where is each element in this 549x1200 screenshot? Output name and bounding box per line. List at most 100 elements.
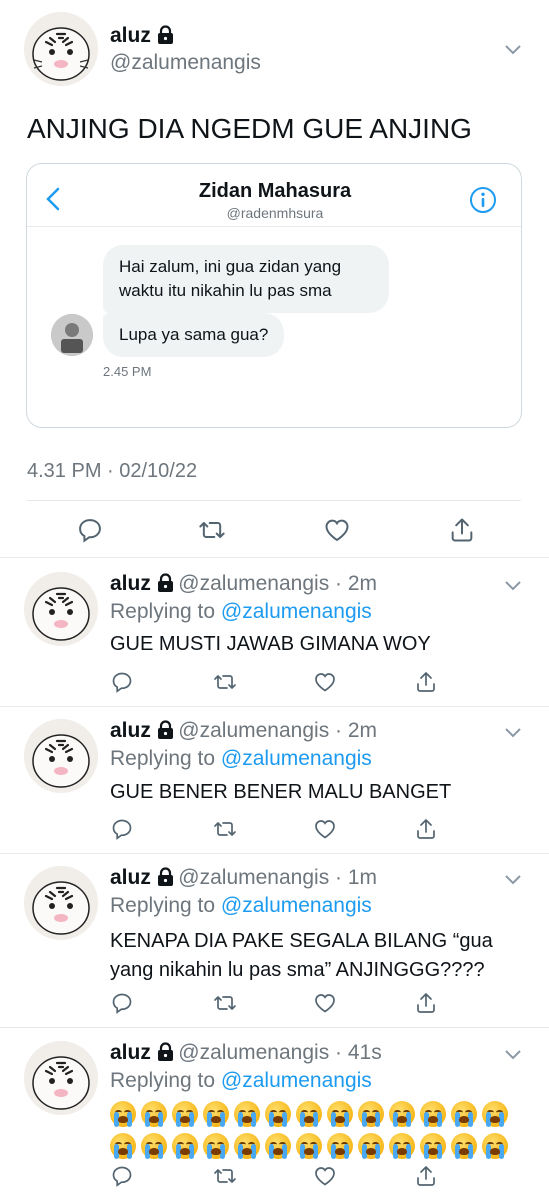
avatar[interactable] (24, 866, 98, 940)
chevron-down-icon[interactable] (504, 578, 522, 596)
user-handle[interactable]: @zalumenangis (178, 572, 329, 595)
reply-icon[interactable] (110, 817, 134, 841)
loudly-crying-face-icon (203, 1101, 229, 1127)
lock-icon (157, 573, 174, 599)
dm-message-time: 2.45 PM (103, 364, 152, 379)
dm-contact-handle: @radenmhsura (226, 205, 324, 221)
loudly-crying-face-icon (110, 1133, 136, 1159)
chevron-down-icon[interactable] (504, 42, 522, 60)
dm-message: Hai zalum, ini gua zidan yang waktu itu … (103, 245, 389, 313)
replying-label: Replying to (110, 894, 216, 917)
loudly-crying-face-icon (327, 1101, 353, 1127)
dm-screenshot-card[interactable]: Zidan Mahasura @radenmhsura Hai zalum, i… (26, 163, 522, 428)
loudly-crying-face-icon (482, 1133, 508, 1159)
replying-to-link[interactable]: @zalumenangis (221, 1069, 372, 1092)
share-icon[interactable] (414, 670, 438, 694)
tweet-age[interactable]: 2m (348, 719, 377, 742)
loudly-crying-face-icon (296, 1133, 322, 1159)
dm-contact-avatar (51, 314, 93, 356)
replying-label: Replying to (110, 600, 216, 623)
info-icon[interactable] (469, 186, 497, 219)
like-icon[interactable] (313, 670, 337, 694)
reply-icon[interactable] (76, 516, 104, 544)
like-icon[interactable] (313, 991, 337, 1015)
replying-label: Replying to (110, 1069, 216, 1092)
loudly-crying-face-icon (172, 1101, 198, 1127)
emoji-text (110, 1101, 513, 1159)
tweet-text: KENAPA DIA PAKE SEGALA BILANG “gua yang … (110, 930, 493, 981)
display-name[interactable]: aluz (110, 24, 151, 47)
share-icon[interactable] (448, 516, 476, 544)
divider (0, 853, 549, 854)
share-icon[interactable] (414, 991, 438, 1015)
display-name[interactable]: aluz (110, 719, 151, 742)
loudly-crying-face-icon (265, 1101, 291, 1127)
avatar[interactable] (24, 1041, 98, 1115)
avatar[interactable] (24, 572, 98, 646)
display-name[interactable]: aluz (110, 1041, 151, 1064)
loudly-crying-face-icon (420, 1133, 446, 1159)
loudly-crying-face-icon (451, 1101, 477, 1127)
retweet-icon[interactable] (213, 1164, 237, 1188)
replying-label: Replying to (110, 747, 216, 770)
share-icon[interactable] (414, 1164, 438, 1188)
tweet-timestamp[interactable]: 4.31 PM · 02/10/22 (27, 460, 197, 483)
loudly-crying-face-icon (141, 1133, 167, 1159)
tweet-text: GUE MUSTI JAWAB GIMANA WOY (110, 633, 431, 655)
retweet-icon[interactable] (198, 516, 226, 544)
dm-message: Lupa ya sama gua? (103, 313, 285, 357)
replying-to-link[interactable]: @zalumenangis (221, 600, 372, 623)
retweet-icon[interactable] (213, 991, 237, 1015)
retweet-icon[interactable] (213, 670, 237, 694)
loudly-crying-face-icon (389, 1133, 415, 1159)
lock-icon (157, 25, 174, 51)
loudly-crying-face-icon (234, 1101, 260, 1127)
tweet-text: ANJING DIA NGEDM GUE ANJING (27, 113, 472, 144)
chevron-down-icon[interactable] (504, 725, 522, 743)
divider (0, 1027, 549, 1028)
replying-to-link[interactable]: @zalumenangis (221, 747, 372, 770)
loudly-crying-face-icon (234, 1133, 260, 1159)
loudly-crying-face-icon (110, 1101, 136, 1127)
loudly-crying-face-icon (296, 1101, 322, 1127)
retweet-icon[interactable] (213, 817, 237, 841)
tweet-age[interactable]: 41s (348, 1041, 382, 1064)
user-handle[interactable]: @zalumenangis (178, 1041, 329, 1064)
loudly-crying-face-icon (482, 1101, 508, 1127)
dm-contact-name: Zidan Mahasura (198, 180, 352, 202)
tiger-avatar-art (24, 12, 98, 86)
tweet-age[interactable]: 2m (348, 572, 377, 595)
user-handle[interactable]: @zalumenangis (110, 51, 261, 75)
share-icon[interactable] (414, 817, 438, 841)
like-icon[interactable] (323, 516, 351, 544)
loudly-crying-face-icon (203, 1133, 229, 1159)
chevron-down-icon[interactable] (504, 1047, 522, 1065)
user-handle[interactable]: @zalumenangis (178, 866, 329, 889)
like-icon[interactable] (313, 817, 337, 841)
loudly-crying-face-icon (358, 1101, 384, 1127)
lock-icon (157, 867, 174, 893)
reply-icon[interactable] (110, 1164, 134, 1188)
user-handle[interactable]: @zalumenangis (178, 719, 329, 742)
display-name[interactable]: aluz (110, 572, 151, 595)
lock-icon (157, 1042, 174, 1068)
avatar[interactable] (24, 719, 98, 793)
loudly-crying-face-icon (358, 1133, 384, 1159)
display-name[interactable]: aluz (110, 866, 151, 889)
divider (27, 500, 521, 501)
lock-icon (157, 720, 174, 746)
reply-icon[interactable] (110, 670, 134, 694)
loudly-crying-face-icon (389, 1101, 415, 1127)
loudly-crying-face-icon (327, 1133, 353, 1159)
loudly-crying-face-icon (141, 1101, 167, 1127)
avatar[interactable] (24, 12, 98, 86)
like-icon[interactable] (313, 1164, 337, 1188)
reply-icon[interactable] (110, 991, 134, 1015)
loudly-crying-face-icon (451, 1133, 477, 1159)
loudly-crying-face-icon (172, 1133, 198, 1159)
tweet-age[interactable]: 1m (348, 866, 377, 889)
divider (0, 706, 549, 707)
chevron-down-icon[interactable] (504, 872, 522, 890)
divider (0, 557, 549, 558)
replying-to-link[interactable]: @zalumenangis (221, 894, 372, 917)
